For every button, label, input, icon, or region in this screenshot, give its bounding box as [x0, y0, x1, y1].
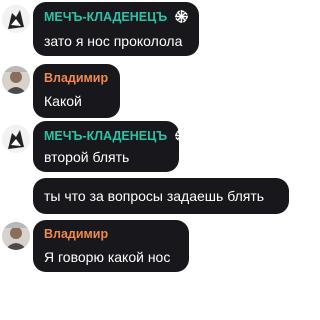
- message-text: зато я нос проколола: [44, 33, 183, 49]
- message-text: Я говорю какой нос: [44, 249, 171, 265]
- author-name[interactable]: Владимир: [44, 71, 108, 85]
- message-bubble[interactable]: МЕЧЪ-КЛАДЕНЕЦЪ зато я нос проколола: [33, 2, 199, 56]
- message-bubble[interactable]: МЕЧЪ-КЛАДЕНЕЦЪ второй блять: [33, 121, 189, 172]
- kolovrat-icon: [174, 9, 189, 24]
- avatar[interactable]: [2, 222, 30, 250]
- kolovrat-icon: [174, 128, 189, 143]
- message-text: Какой: [44, 93, 82, 109]
- message-bubble[interactable]: Владимир Какой: [33, 64, 120, 118]
- avatar[interactable]: [2, 66, 30, 94]
- author-name[interactable]: МЕЧЪ-КЛАДЕНЕЦЪ: [44, 128, 189, 143]
- message-text: второй блять: [44, 149, 130, 165]
- avatar[interactable]: [2, 125, 30, 153]
- avatar[interactable]: [2, 5, 30, 33]
- message-bubble[interactable]: Владимир Я говорю какой нос: [33, 220, 189, 272]
- author-name[interactable]: Владимир: [44, 227, 108, 241]
- message-text: ты что за вопросы задаешь блять: [44, 188, 265, 204]
- message-bubble[interactable]: ты что за вопросы задаешь блять: [33, 178, 289, 214]
- author-name[interactable]: МЕЧЪ-КЛАДЕНЕЦЪ: [44, 9, 189, 24]
